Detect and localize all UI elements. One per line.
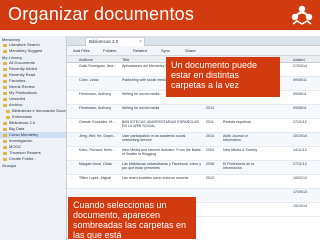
cell-authors: Margaix Arnal, Dídac <box>79 162 113 166</box>
folder-icon <box>3 73 7 77</box>
cell-title: Las redes sociales como entorno docente <box>122 176 189 180</box>
callout-multiple-folders: Un documento puede estar en distintas ca… <box>166 57 280 97</box>
table-row[interactable]: ☆ Kahn, Richard; Kelln... New Media and In… <box>67 147 320 161</box>
cell-authors: Friedmann, Anthony <box>79 106 112 110</box>
cell-added: 09/06/11 <box>293 92 307 96</box>
folder-icon <box>3 157 7 161</box>
folder-icon <box>3 61 7 65</box>
table-row[interactable]: ☆ Tiffen Lopez, Miguel Las redes sociales … <box>67 175 320 189</box>
cell-title: Las bibliotecas universitarias y Faceboo… <box>122 162 202 171</box>
slide-title: Organizar documentos <box>8 4 195 24</box>
folder-icon <box>3 91 7 95</box>
folder-icon <box>3 97 7 101</box>
cell-title: Writing for social media <box>122 106 160 110</box>
cell-added: 19/02/13 <box>293 176 307 180</box>
folder-icon <box>6 109 10 113</box>
cell-title: New Media and Internet Activism: From th… <box>122 148 201 157</box>
folder-icon <box>3 145 7 149</box>
folder-icon <box>3 139 7 143</box>
star-icon[interactable]: ☆ <box>70 120 78 124</box>
column-header[interactable]: Title <box>122 56 129 63</box>
sidebar-item-label: Create Folder... <box>9 156 37 161</box>
folder-icon <box>3 151 7 155</box>
tab-bar: Bibliotecas 2.0 × <box>67 36 320 46</box>
cell-authors: Friedmann, Anthony <box>79 92 112 96</box>
folder-icon <box>3 79 7 83</box>
mendeley-logo-icon <box>291 5 313 25</box>
cell-authors: Kahn, Richard; Kelln... <box>79 148 115 152</box>
cell-added: 15/10/14 <box>293 204 307 208</box>
star-icon[interactable]: ☆ <box>70 64 78 68</box>
folder-icon <box>6 115 10 119</box>
cell-added: 27/11/12 <box>293 120 307 124</box>
cell-year: 2011 <box>206 120 214 124</box>
cell-year: 2012 <box>206 176 214 180</box>
sidebar-heading: Groups <box>2 163 17 168</box>
cell-added: 09/06/11 <box>293 78 307 82</box>
folder-icon <box>3 67 7 71</box>
star-icon[interactable]: ☆ <box>70 190 78 194</box>
toolbar-button[interactable]: Related <box>131 48 149 54</box>
cell-added: 17/09/13 <box>293 190 307 194</box>
column-header[interactable]: Authors <box>79 56 93 63</box>
sidebar-item-label: Mendeley Suggest <box>9 48 43 53</box>
cell-added: 27/03/14 <box>293 64 307 68</box>
cell-authors: Grande González, M... <box>79 120 116 124</box>
tab-bibliotecas[interactable]: Bibliotecas 2.0 × <box>85 37 145 46</box>
star-icon[interactable]: ☆ <box>70 78 78 82</box>
cell-published: New Media & Society <box>223 148 258 152</box>
folder-icon <box>3 43 7 47</box>
star-icon[interactable]: ☆ <box>70 162 78 166</box>
cell-authors: Gallo Rodríguez, Ana... <box>79 64 117 68</box>
toolbar-button[interactable]: Share <box>183 48 198 54</box>
slide-header: Organizar documentos <box>0 0 320 30</box>
callout-shaded-folders: Cuando seleccionas un documento, aparece… <box>68 197 196 239</box>
table-row[interactable]: ☆ Margaix Arnal, Dídac Las bibliotecas uni… <box>67 161 320 175</box>
cell-added: 14/11/12 <box>293 148 307 152</box>
cell-added: 09/06/11 <box>293 106 307 110</box>
cell-year: 2004 <box>206 148 214 152</box>
cell-authors: Cubo, Linda <box>79 78 99 82</box>
table-row[interactable]: ☆ Jeng, Wei; He, Daqin... User participati… <box>67 133 320 147</box>
table-row[interactable]: ☆ Friedmann, Anthony Writing for social me… <box>67 105 320 119</box>
tab-label: Bibliotecas 2.0 <box>89 39 119 44</box>
cell-title: User participation in an academic social… <box>122 134 186 143</box>
cell-added: 15/10/14 <box>293 134 307 138</box>
cell-year: 2014 <box>206 134 214 138</box>
column-header[interactable]: Added <box>293 56 305 63</box>
cell-year: 2014 <box>206 106 214 110</box>
toolbar-button[interactable]: Folders <box>101 48 118 54</box>
folder-icon <box>3 85 7 89</box>
toolbar: Add Files Folders Related Sync Share <box>67 46 320 56</box>
sidebar: Mendeley Literature Search Mendeley Sugges… <box>0 36 67 240</box>
cell-published: Aslib Journal of Information <box>223 134 248 143</box>
cell-published: El Profesional de la Información <box>223 162 254 171</box>
cell-year: 2008 <box>206 162 214 166</box>
folder-icon <box>3 121 7 125</box>
cell-authors: Tiffen Lopez, Miguel <box>79 176 112 180</box>
star-icon[interactable]: ☆ <box>70 134 78 138</box>
star-icon[interactable]: ☆ <box>70 106 78 110</box>
cell-published: Revista española <box>223 120 251 124</box>
folder-icon <box>3 103 7 107</box>
star-icon[interactable]: ☆ <box>70 176 78 180</box>
cell-title: BIBLIOTECAS UNIVERSITARIAS ESPAÑOLAS EN … <box>122 120 199 129</box>
folder-icon <box>3 127 7 131</box>
toolbar-button[interactable]: Sync <box>159 48 172 54</box>
cell-added: 27/11/12 <box>293 162 307 166</box>
toolbar-button[interactable]: Add Files <box>71 48 92 54</box>
close-icon[interactable]: × <box>139 38 142 46</box>
cell-authors: Jeng, Wei; He, Daqin... <box>79 134 116 138</box>
star-icon[interactable]: ☆ <box>70 148 78 152</box>
folder-icon <box>3 133 7 137</box>
folder-icon <box>3 49 7 53</box>
table-row[interactable]: ☆ Grande González, M... BIBLIOTECAS UNIVER… <box>67 119 320 133</box>
star-icon[interactable]: ☆ <box>70 92 78 96</box>
